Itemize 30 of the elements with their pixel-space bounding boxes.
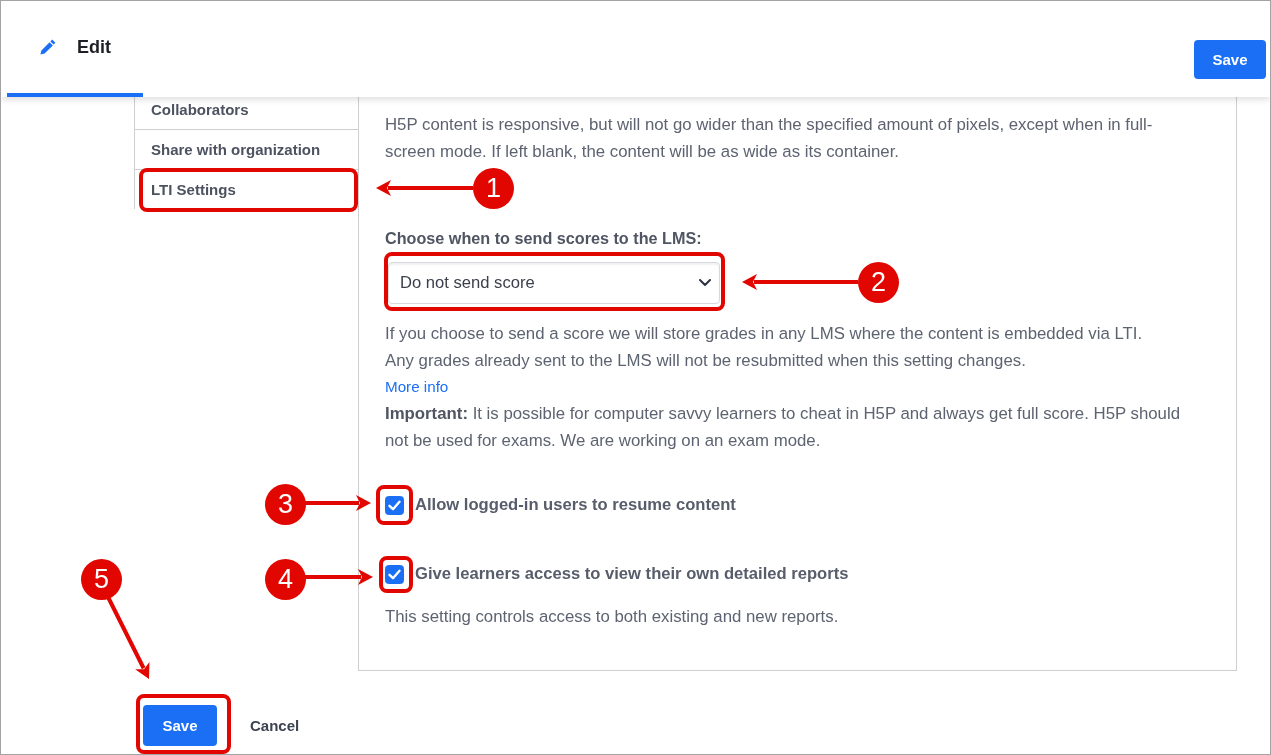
score-dropdown[interactable]: Do not send score	[388, 262, 720, 304]
step-number: 4	[265, 559, 306, 600]
pointer-arrow	[305, 569, 373, 585]
help-text: This setting controls access to both existing and new reports.	[385, 606, 840, 628]
sidebar-item[interactable]: Collaborators	[135, 97, 358, 129]
tab[interactable]: Edit	[7, 1, 143, 97]
sidebar-item[interactable]: LTI Settings	[135, 169, 358, 209]
checkbox[interactable]	[385, 564, 404, 584]
warning-text: Important: It is possible for computer savvy learners to cheat in H5P and always get full score. H5P should not be used for exams. We are working on an exam mode.	[385, 403, 1181, 452]
more-info-link[interactable]: More info	[385, 374, 449, 400]
sidebar-item[interactable]: Share with organization	[135, 129, 358, 169]
checkbox-label: Allow logged-in users to resume content	[415, 495, 736, 515]
help-text: H5P content is responsive, but will not go wider than the specified amount of pixels, except when in full-screen mode. If left blank, the content will be as wide as its container.	[385, 114, 1154, 163]
step-number: 5	[81, 559, 122, 600]
help-text: Any grades already sent to the LMS will not be resubmitted when this setting changes.	[385, 350, 1027, 372]
step-number: 3	[265, 484, 306, 525]
pointer-arrow	[305, 495, 371, 511]
pencil-icon	[40, 39, 56, 55]
save-button[interactable]: Save	[1194, 40, 1266, 79]
help-text: If you choose to send a score we will store grades in any LMS where the content is embedded via LTI.	[385, 323, 1144, 345]
cancel-link[interactable]: Cancel	[250, 717, 300, 734]
checkbox[interactable]	[385, 495, 404, 515]
highlight-frame	[379, 556, 413, 593]
chevron-down-icon	[699, 279, 711, 287]
checkbox-label: Give learners access to view their own detailed reports	[415, 564, 849, 584]
field-label: Choose when to send scores to the LMS:	[385, 228, 703, 249]
step-number: 2	[858, 262, 899, 303]
highlight-frame	[376, 485, 413, 525]
step-number: 1	[473, 168, 514, 209]
save-button[interactable]: Save	[143, 705, 217, 746]
